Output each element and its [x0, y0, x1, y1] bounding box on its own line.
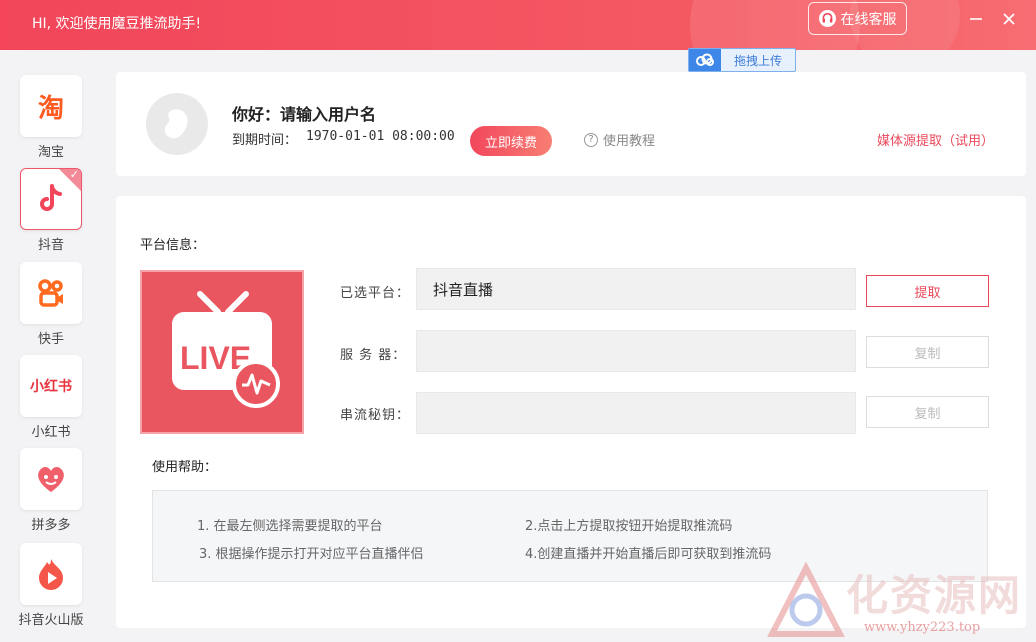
headset-icon [818, 10, 836, 27]
close-icon [1003, 13, 1015, 25]
taobao-icon: 淘 [20, 75, 82, 137]
greeting-text: 你好：请输入用户名 [232, 105, 377, 124]
watermark: 化资源网 www.yhzy223.top [766, 560, 1036, 642]
expire-label: 到期时间： [232, 133, 298, 148]
server-field[interactable] [416, 330, 856, 372]
help-icon: ? [584, 132, 598, 147]
checkmark-icon: ✓ [69, 168, 79, 181]
cloud-icon [689, 49, 721, 71]
drag-upload-button[interactable]: 拖拽上传 [688, 48, 796, 72]
media-source-extract-link[interactable]: 媒体源提取（试用） [877, 130, 994, 149]
watermark-logo-icon [767, 562, 845, 637]
live-platform-image: LIVE [140, 270, 304, 434]
title-bar: HI, 欢迎使用魔豆推流助手! 在线客服 [0, 0, 1036, 50]
sidebar-item-label: 拼多多 [31, 518, 71, 533]
sidebar-item-label: 小红书 [31, 425, 71, 440]
tutorial-link[interactable]: ? 使用教程 [584, 130, 655, 149]
copy-server-button[interactable]: 复制 [866, 336, 989, 368]
sidebar-item-kuaishou[interactable]: 快手 [12, 262, 90, 352]
close-button[interactable] [998, 8, 1020, 30]
sidebar-item-xiaohongshu[interactable]: 小红书 小红书 [12, 355, 90, 445]
platform-sidebar: 淘 淘宝 ✓ 抖音 快手 小红书 小红书 拼多多 抖音火山版 [0, 50, 100, 642]
sidebar-item-huoshan[interactable]: 抖音火山版 [12, 543, 90, 633]
live-tv-icon: LIVE [172, 291, 280, 408]
sidebar-item-label: 抖音火山版 [18, 613, 84, 628]
selected-platform-field: 抖音直播 [416, 268, 856, 310]
sidebar-item-taobao[interactable]: 淘 淘宝 [12, 75, 90, 165]
kuaishou-icon [20, 262, 82, 324]
online-service-button[interactable]: 在线客服 [808, 2, 907, 35]
help-title: 使用帮助： [152, 460, 218, 475]
minimize-button[interactable] [965, 8, 987, 30]
drag-upload-label: 拖拽上传 [733, 53, 782, 68]
bean-icon [164, 109, 188, 139]
platform-info-title: 平台信息： [140, 238, 206, 253]
sidebar-item-label: 抖音 [37, 238, 64, 253]
douyin-icon: ✓ [20, 168, 82, 230]
copy-key-button[interactable]: 复制 [866, 396, 989, 428]
help-step-4: 4.创建直播并开始直播后即可获取到推流码 [525, 547, 772, 562]
help-step-3: 3. 根据操作提示打开对应平台直播伴侣 [199, 547, 424, 562]
tutorial-label: 使用教程 [603, 134, 656, 149]
watermark-text: 化资源网 [846, 571, 1023, 620]
help-step-2: 2.点击上方提取按钮开始提取推流码 [525, 519, 733, 534]
sidebar-item-pinduoduo[interactable]: 拼多多 [12, 448, 90, 538]
server-label: 服 务 器： [340, 348, 407, 363]
extract-button[interactable]: 提取 [866, 275, 989, 307]
minimize-icon [970, 18, 982, 20]
huoshan-icon [20, 543, 82, 605]
stream-key-label: 串流秘钥： [340, 408, 411, 423]
xiaohongshu-icon: 小红书 [20, 355, 82, 417]
watermark-url: www.yhzy223.top [864, 620, 981, 635]
expire-value: 1970-01-01 08:00:00 [306, 129, 455, 144]
window-title: HI, 欢迎使用魔豆推流助手! [32, 16, 202, 32]
help-step-1: 1. 在最左侧选择需要提取的平台 [197, 519, 383, 534]
avatar[interactable] [146, 93, 208, 155]
pinduoduo-icon [20, 448, 82, 510]
renew-button[interactable]: 立即续费 [470, 126, 552, 156]
sidebar-item-label: 快手 [37, 332, 64, 347]
sidebar-item-douyin[interactable]: ✓ 抖音 [12, 168, 90, 258]
stream-key-field[interactable] [416, 392, 856, 434]
user-card: 你好：请输入用户名 到期时间： 1970-01-01 08:00:00 立即续费… [116, 72, 1026, 176]
sidebar-item-label: 淘宝 [37, 145, 64, 160]
online-service-label: 在线客服 [840, 11, 897, 28]
selected-platform-label: 已选平台： [340, 286, 411, 301]
